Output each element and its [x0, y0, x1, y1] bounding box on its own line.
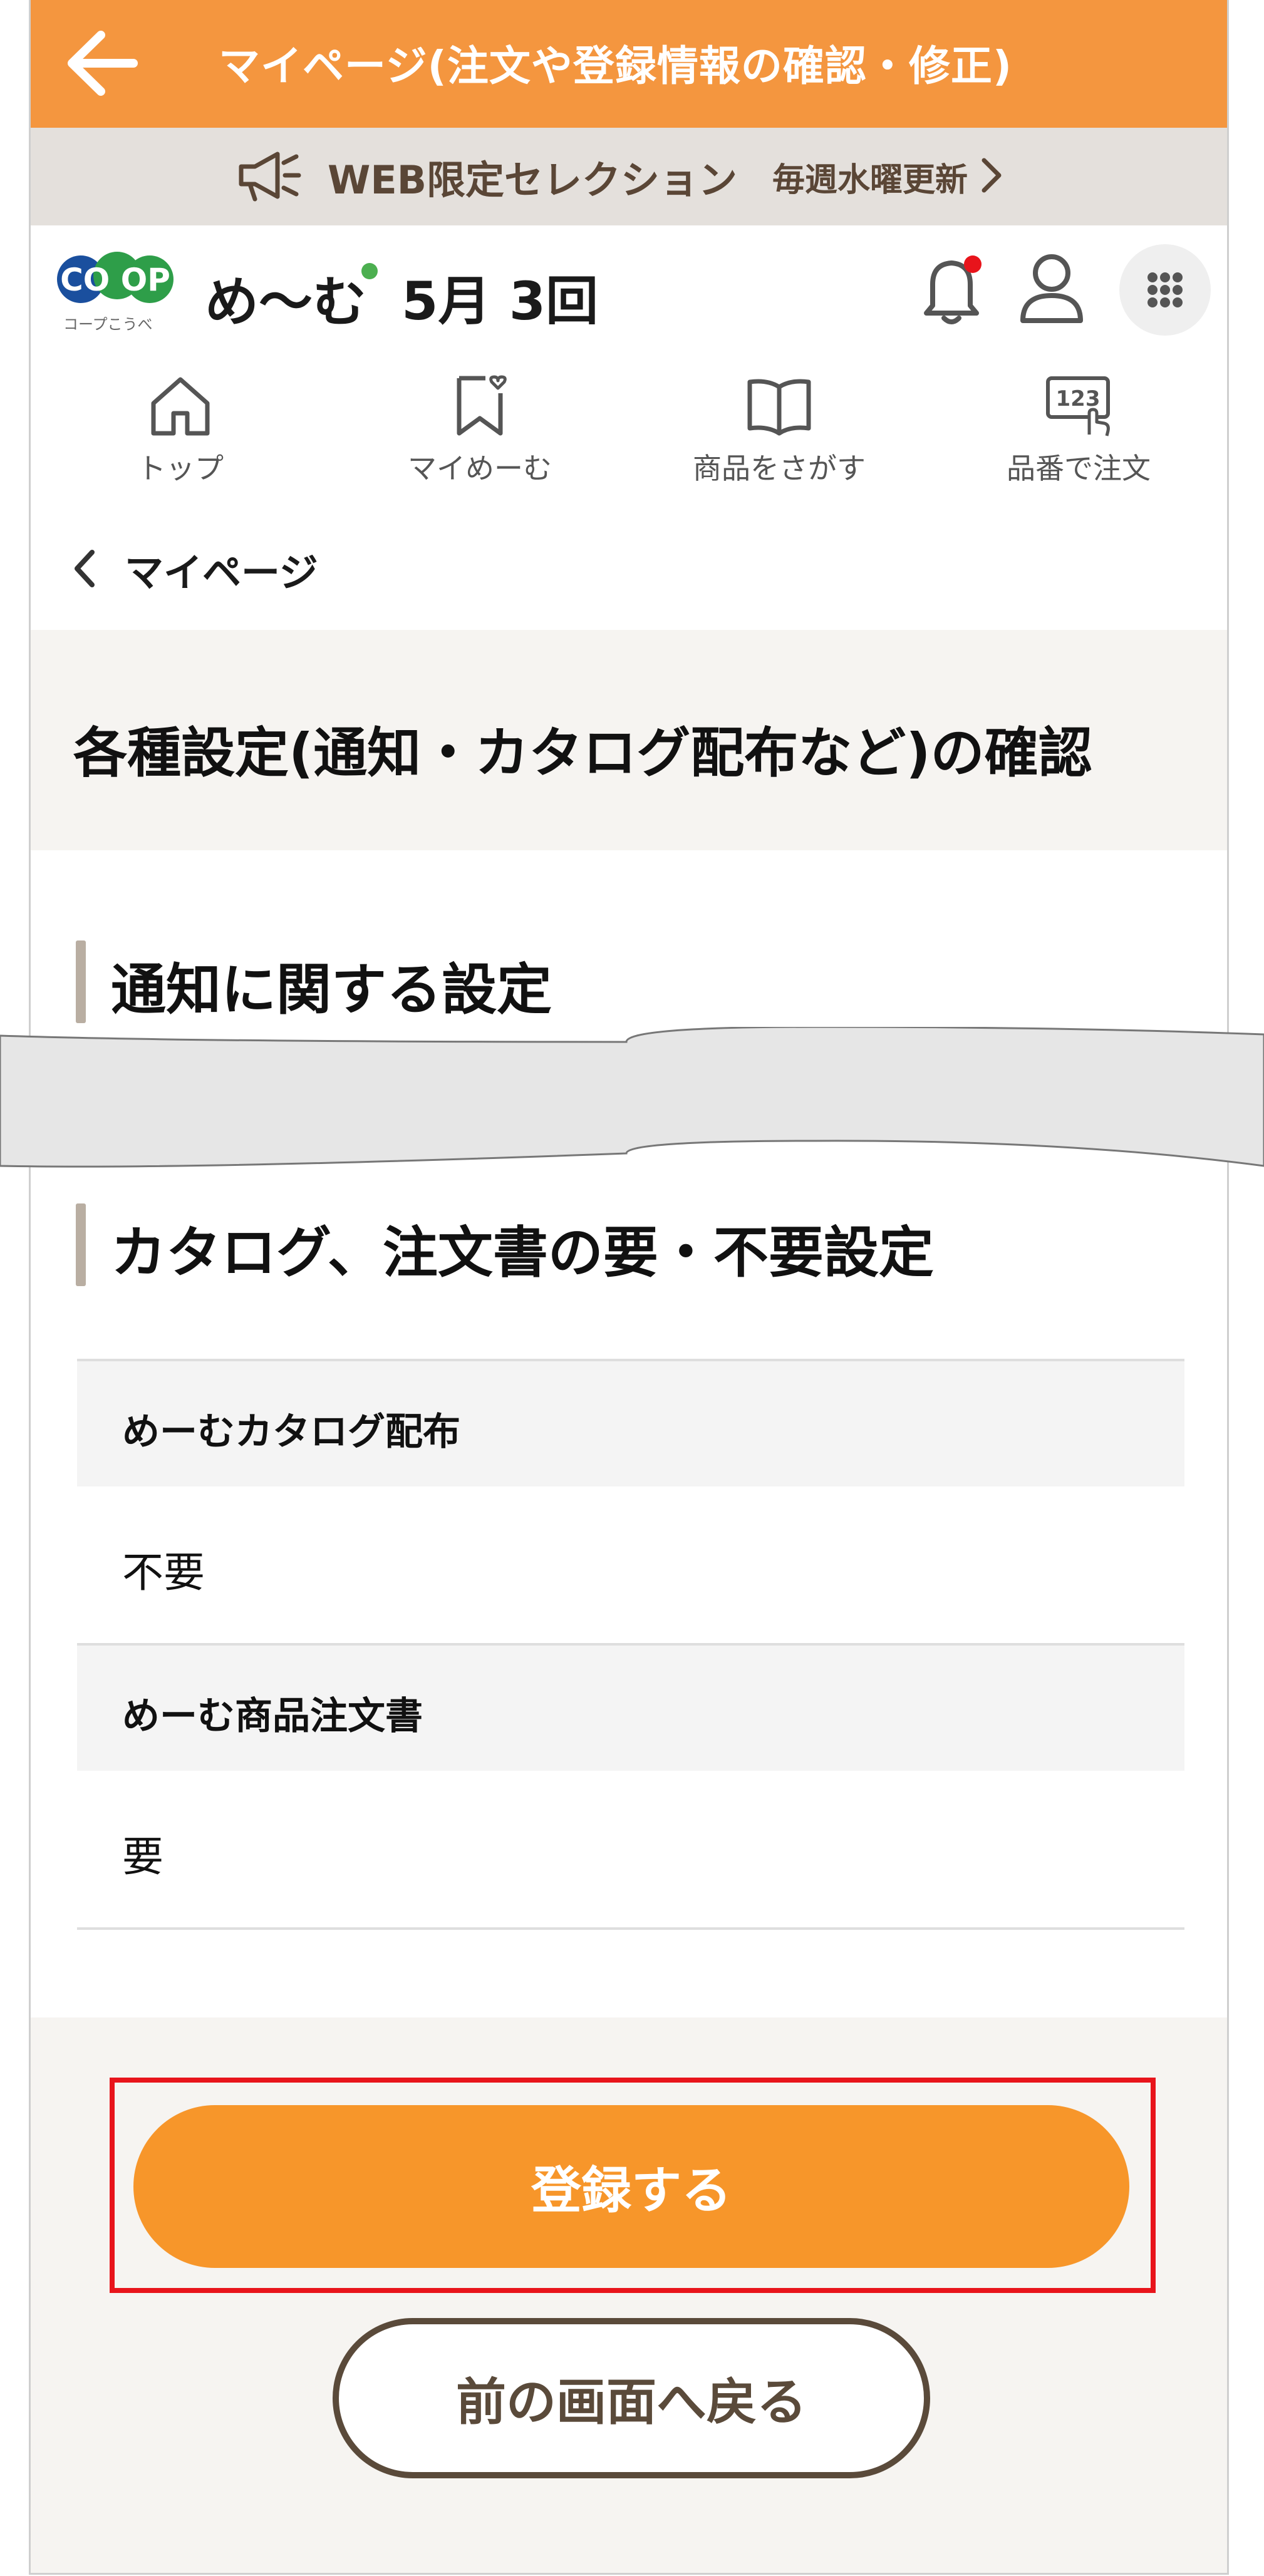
megaphone-icon: [236, 149, 305, 204]
top-header: マイページ(注文や登録情報の確認・修正): [31, 0, 1227, 128]
page-title: 各種設定(通知・カタログ配布など)の確認: [73, 722, 1092, 785]
table-row-value: 不要: [77, 1486, 1184, 1643]
brand-bar: CO OP コープこうべ め〜む 5月 3回: [31, 225, 1227, 357]
nav-item-order-by-number[interactable]: 123 品番で注文: [929, 374, 1227, 493]
nav-label: 商品をさがす: [693, 451, 866, 485]
app-frame: マイページ(注文や登録情報の確認・修正) WEB限定セレクション 毎週水曜更新: [29, 0, 1229, 2575]
content-omitted-tear: [0, 1027, 1264, 1168]
breadcrumb[interactable]: マイページ: [31, 505, 1227, 630]
table-row-header: めーむカタログ配布: [77, 1359, 1184, 1486]
number-input-icon: 123: [929, 374, 1227, 437]
notification-dot: [964, 255, 982, 273]
promo-title: WEB限定セレクション: [328, 157, 737, 203]
back-to-previous-button[interactable]: 前の画面へ戻る: [333, 2318, 930, 2478]
chevron-right-icon: [979, 157, 1004, 197]
action-area: 登録する 前の画面へ戻る: [31, 2017, 1227, 2573]
promo-banner[interactable]: WEB限定セレクション 毎週水曜更新: [31, 128, 1227, 225]
nav-item-search-products[interactable]: 商品をさがす: [629, 374, 929, 493]
chevron-left-icon: [72, 549, 97, 591]
table-row-header: めーむ商品注文書: [77, 1643, 1184, 1771]
section-title-catalog: カタログ、注文書の要・不要設定: [111, 1220, 934, 1285]
nav-item-my-meem[interactable]: マイめーむ: [330, 374, 629, 493]
section-title-notification: 通知に関する設定: [111, 957, 552, 1022]
grid-menu-icon[interactable]: [1119, 244, 1211, 336]
nav-item-top[interactable]: トップ: [31, 374, 330, 493]
nav-label: トップ: [137, 451, 224, 485]
nav-label: 品番で注文: [1007, 451, 1151, 485]
setting-value: 要: [122, 1833, 163, 1881]
brand-name: め〜む: [205, 271, 366, 334]
home-icon: [31, 374, 330, 437]
register-button[interactable]: 登録する: [133, 2105, 1129, 2268]
coop-logo-subtext: コープこうべ: [63, 316, 153, 333]
page-title-band: 各種設定(通知・カタログ配布など)の確認: [31, 630, 1227, 850]
issue-label: 5月 3回: [401, 270, 599, 332]
bookmark-heart-icon: [330, 374, 629, 437]
promo-subtitle: 毎週水曜更新: [772, 161, 968, 199]
setting-label: めーむ商品注文書: [122, 1694, 423, 1738]
setting-value: 不要: [122, 1548, 205, 1597]
book-icon: [629, 374, 929, 437]
table-divider: [77, 1927, 1184, 1930]
brand-dot: [361, 263, 378, 279]
coop-logo-text: CO OP: [60, 262, 170, 298]
nav-label: マイめーむ: [408, 451, 552, 485]
user-icon[interactable]: [1014, 248, 1089, 329]
table-row-value: 要: [77, 1771, 1184, 1927]
settings-content: 通知に関する設定 カタログ、注文書の要・不要設定 めーむカタログ配布 不要 めー…: [31, 850, 1227, 2017]
bell-icon[interactable]: [914, 248, 989, 329]
coop-logo[interactable]: CO OP コープこうべ: [56, 243, 175, 337]
catalog-settings-table: めーむカタログ配布 不要 めーむ商品注文書 要: [77, 1359, 1184, 1930]
section-accent-bar: [76, 1203, 86, 1286]
main-nav: トップ マイめーむ 商品をさがす 123 品番で注文: [31, 357, 1227, 507]
header-title: マイページ(注文や登録情報の確認・修正): [219, 42, 1013, 90]
breadcrumb-label: マイページ: [125, 550, 318, 595]
section-accent-bar: [76, 940, 86, 1023]
back-arrow-icon[interactable]: [63, 29, 138, 98]
setting-label: めーむカタログ配布: [122, 1410, 460, 1454]
promo-content: WEB限定セレクション 毎週水曜更新: [236, 150, 1004, 203]
svg-text:123: 123: [1056, 386, 1101, 411]
